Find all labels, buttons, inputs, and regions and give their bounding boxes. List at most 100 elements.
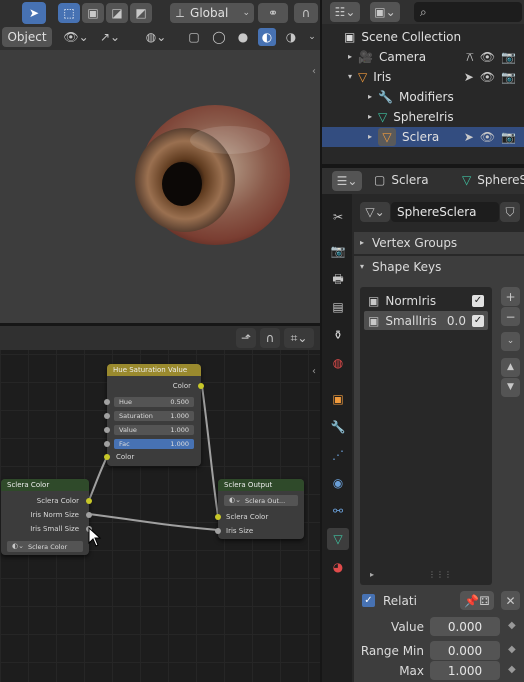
max-keyframe-dot[interactable]: ◆: [508, 664, 516, 675]
tab-output[interactable]: 🖶: [327, 268, 349, 290]
snap-button[interactable]: ∩: [294, 3, 318, 23]
select-subtract-button[interactable]: ◪: [106, 3, 128, 23]
tab-world[interactable]: ◍: [327, 352, 349, 374]
move-up-button[interactable]: ▲: [501, 358, 520, 377]
shading-options-icon[interactable]: ⌄: [306, 32, 318, 42]
expand-arrow-icon[interactable]: ▸: [348, 53, 352, 61]
sclera-color-header[interactable]: Sclera Color: [1, 479, 89, 491]
select-new-button[interactable]: ⬚: [58, 3, 80, 23]
transform-orientation-dropdown[interactable]: ⟂ Global ⌄: [170, 3, 254, 23]
filter-dropdown[interactable]: ▣⌄: [370, 2, 400, 22]
hue-socket[interactable]: [104, 399, 110, 405]
expand-arrow-icon[interactable]: ▸: [368, 93, 372, 101]
range-min-field[interactable]: 0.000: [430, 641, 500, 660]
fac-socket[interactable]: [104, 441, 110, 447]
saturation-field[interactable]: Saturation 1.000: [114, 411, 194, 421]
hsv-in-color-socket[interactable]: [104, 454, 110, 460]
max-field[interactable]: 1.000: [430, 661, 500, 680]
sclera-output-node[interactable]: Sclera Output ◐⌄ Sclera Out... Sclera Col…: [215, 479, 304, 539]
tab-tool[interactable]: ✂: [327, 206, 349, 228]
outliner-item-modifiers[interactable]: ▸ 🔧 Modifiers: [322, 87, 524, 107]
remove-shape-key-button[interactable]: −: [501, 307, 520, 326]
out-sclera-color-socket[interactable]: [86, 498, 92, 504]
sclera-output-group-selector[interactable]: ◐⌄ Sclera Out...: [224, 495, 298, 506]
viewport-sidebar-toggle-arrow[interactable]: ‹: [312, 66, 316, 77]
sclera-output-header[interactable]: Sclera Output: [218, 479, 304, 491]
outliner-scene-collection[interactable]: ▣ Scene Collection: [322, 27, 524, 47]
render-camera-icon[interactable]: 📷: [501, 71, 516, 83]
value-field[interactable]: 0.000: [430, 617, 500, 636]
material-shading-icon[interactable]: ◐: [258, 28, 276, 46]
hsv-node-header[interactable]: Hue Saturation Value: [107, 364, 201, 376]
rendered-shading-icon[interactable]: ◑: [282, 31, 300, 43]
render-camera-icon[interactable]: 📷: [501, 131, 516, 143]
mute-checkbox[interactable]: ✓: [472, 314, 484, 327]
in-iris-size-socket[interactable]: [215, 528, 221, 534]
tab-render[interactable]: 📷: [327, 240, 349, 262]
visibility-eye-icon[interactable]: 👁: [480, 71, 495, 83]
in-sclera-color-socket[interactable]: [215, 514, 221, 520]
gizmo-icon[interactable]: ↗⌄: [96, 31, 124, 43]
eye-icon[interactable]: 👁⌄: [62, 31, 90, 43]
shape-key-list[interactable]: [360, 287, 492, 585]
fac-field[interactable]: Fac 1.000: [114, 439, 194, 449]
select-extend-button[interactable]: ▣: [82, 3, 104, 23]
mode-dropdown[interactable]: Object: [2, 27, 52, 47]
mute-checkbox[interactable]: ✓: [472, 294, 484, 307]
select-tool-button[interactable]: ➤: [22, 2, 46, 24]
hsv-out-color-socket[interactable]: [198, 383, 204, 389]
tab-object[interactable]: ▣: [327, 388, 349, 410]
clear-button[interactable]: ✕: [501, 591, 520, 610]
hue-field[interactable]: Hue 0.500: [114, 397, 194, 407]
sclera-color-group-selector[interactable]: ◐⌄ Sclera Color: [7, 541, 83, 552]
outliner-item-sclera[interactable]: ▸ ▽ Sclera ➤ 👁 📷: [322, 127, 524, 147]
list-resize-grip[interactable]: ⋮⋮⋮: [428, 570, 452, 579]
tab-constraints[interactable]: ⚯: [327, 500, 349, 522]
tab-particles[interactable]: ⋰: [327, 444, 349, 466]
select-cursor-icon[interactable]: ➤: [464, 71, 474, 83]
list-expand-arrow[interactable]: ▸: [370, 570, 374, 579]
relative-checkbox[interactable]: ✓: [362, 594, 375, 607]
shape-key-row-smalliris[interactable]: ▣ SmallIris 0.0 ✓: [364, 311, 488, 330]
pivot-dropdown[interactable]: ⚭: [258, 3, 288, 23]
add-shape-key-button[interactable]: +: [501, 287, 520, 306]
outliner-item-iris[interactable]: ▾ ▽ Iris ➤ 👁 📷: [322, 67, 524, 87]
tab-view-layer[interactable]: ▤: [327, 296, 349, 318]
move-down-button[interactable]: ▼: [501, 378, 520, 397]
saturation-socket[interactable]: [104, 413, 110, 419]
object-context[interactable]: ▢ Sclera: [374, 173, 429, 187]
eyeball-object[interactable]: [130, 100, 300, 250]
shape-key-specials-button[interactable]: ⌄: [501, 332, 520, 351]
shape-key-pin-buttons[interactable]: 📌 ⚃: [460, 591, 494, 610]
overlay-icon[interactable]: ◍⌄: [138, 31, 174, 43]
xray-icon[interactable]: ▢: [184, 31, 204, 43]
outliner-search-input[interactable]: ⌕: [414, 2, 522, 22]
outliner-item-camera[interactable]: ▸ 🎥 Camera ⚻ 👁 📷: [322, 47, 524, 67]
range-min-keyframe-dot[interactable]: ◆: [508, 644, 516, 655]
collapse-arrow-icon[interactable]: ▾: [348, 73, 352, 81]
solid-shading-icon[interactable]: ●: [234, 31, 252, 43]
tab-data[interactable]: ▽: [327, 528, 349, 550]
hsv-node[interactable]: Hue Saturation Value Color Hue 0.500 Satu…: [104, 364, 204, 466]
visibility-eye-icon[interactable]: 👁: [480, 51, 495, 63]
out-iris-norm-socket[interactable]: [86, 512, 92, 518]
wireframe-shading-icon[interactable]: ◯: [210, 31, 228, 43]
tab-material[interactable]: ◕: [327, 556, 349, 578]
value-field[interactable]: Value 1.000: [114, 425, 194, 435]
value-socket[interactable]: [104, 427, 110, 433]
panel-vertex-groups[interactable]: ▸ Vertex Groups: [354, 232, 524, 254]
sclera-color-node[interactable]: Sclera Color Sclera Color Iris Norm Size…: [1, 479, 92, 555]
editor-type-dropdown[interactable]: ☰⌄: [332, 171, 362, 191]
render-camera-icon[interactable]: 📷: [501, 51, 516, 63]
visibility-eye-icon[interactable]: 👁: [480, 131, 495, 143]
outliner-item-sphereiris[interactable]: ▸ ▽ SphereIris: [322, 107, 524, 127]
tab-modifiers[interactable]: 🔧: [327, 416, 349, 438]
mesh-datablock-browse[interactable]: ▽⌄: [360, 202, 390, 222]
select-cursor-icon[interactable]: ➤: [464, 131, 474, 143]
expand-arrow-icon[interactable]: ▸: [368, 113, 372, 121]
tab-scene[interactable]: ⚱: [327, 324, 349, 346]
tab-physics[interactable]: ◉: [327, 472, 349, 494]
mesh-datablock-name[interactable]: SphereSclera: [391, 202, 499, 222]
display-mode-dropdown[interactable]: ☷⌄: [330, 2, 360, 22]
value-keyframe-dot[interactable]: ◆: [508, 620, 516, 631]
